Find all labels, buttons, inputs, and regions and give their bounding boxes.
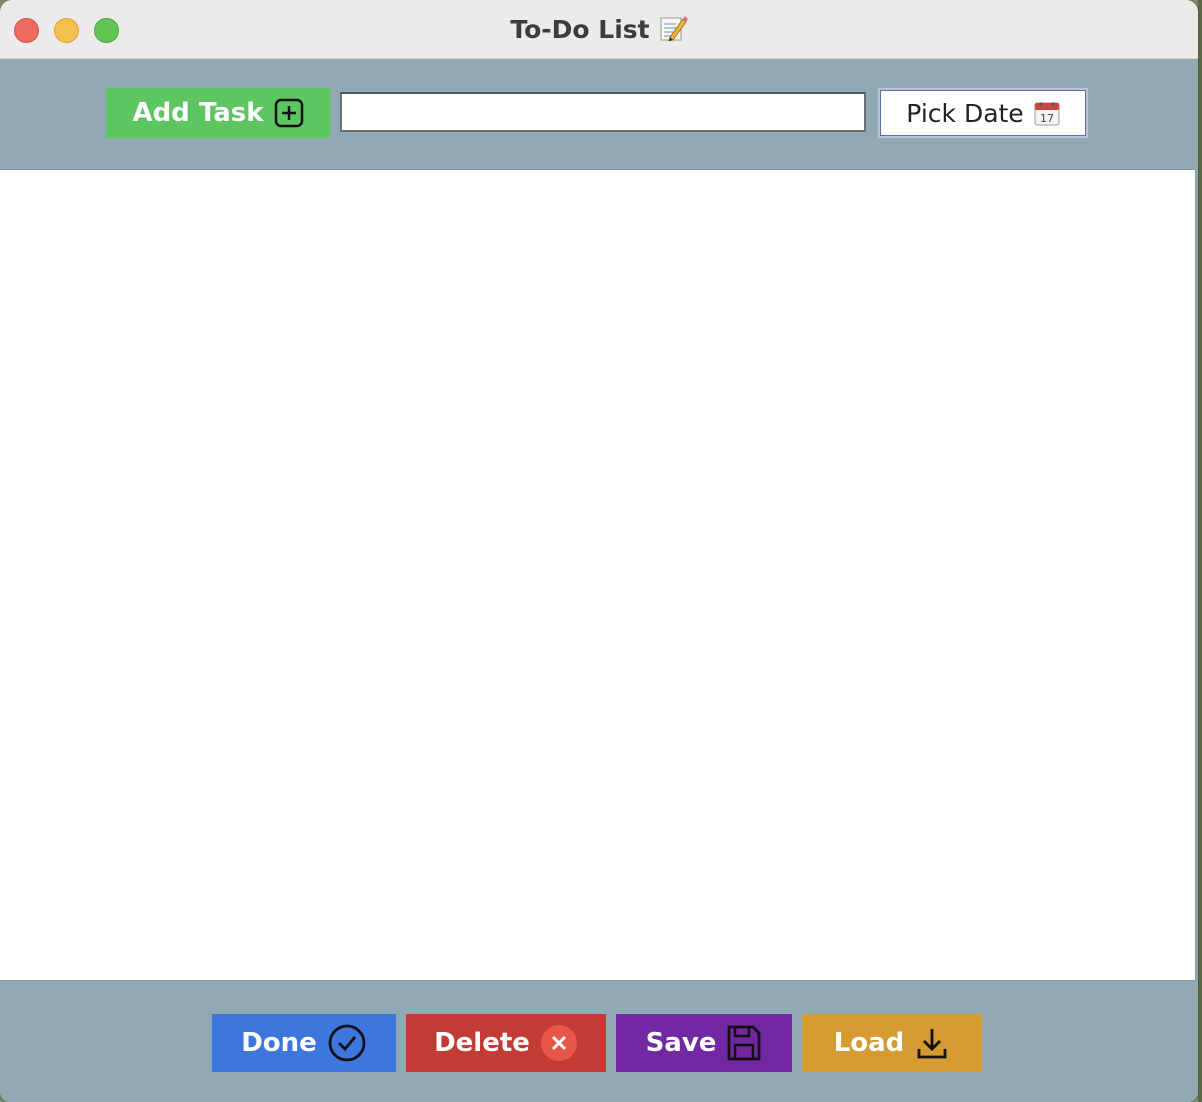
load-button[interactable]: Load <box>802 1014 982 1072</box>
download-icon <box>914 1025 950 1061</box>
memo-pencil-icon <box>658 13 688 49</box>
floppy-disk-icon <box>726 1024 762 1062</box>
delete-label: Delete <box>434 1028 530 1058</box>
check-circle-icon <box>327 1023 367 1063</box>
save-button[interactable]: Save <box>616 1014 792 1072</box>
calendar-icon: 17 <box>1034 100 1060 126</box>
plus-square-icon <box>274 98 304 128</box>
close-circle-icon <box>540 1024 578 1062</box>
save-label: Save <box>645 1028 717 1058</box>
load-label: Load <box>833 1028 905 1058</box>
desktop-edge <box>1198 0 1202 1102</box>
done-label: Done <box>241 1028 317 1058</box>
done-button[interactable]: Done <box>212 1014 396 1072</box>
window-title-text: To-Do List <box>510 15 650 44</box>
delete-button[interactable]: Delete <box>406 1014 606 1072</box>
action-bar: Done Delete Save Load <box>0 984 1198 1102</box>
pick-date-button[interactable]: Pick Date 17 <box>878 88 1088 138</box>
add-task-label: Add Task <box>132 98 264 128</box>
input-toolbar: Add Task Pick Date 17 <box>0 59 1198 169</box>
task-input[interactable] <box>340 92 866 132</box>
calendar-day-text: 17 <box>1040 112 1054 125</box>
window-title: To-Do List <box>0 13 1198 49</box>
title-bar[interactable]: To-Do List <box>0 0 1198 59</box>
pick-date-label: Pick Date <box>906 98 1024 128</box>
task-list[interactable] <box>0 169 1196 981</box>
app-window: To-Do List Add Task Pick Date 17 Done De… <box>0 0 1198 1102</box>
add-task-button[interactable]: Add Task <box>106 88 330 138</box>
